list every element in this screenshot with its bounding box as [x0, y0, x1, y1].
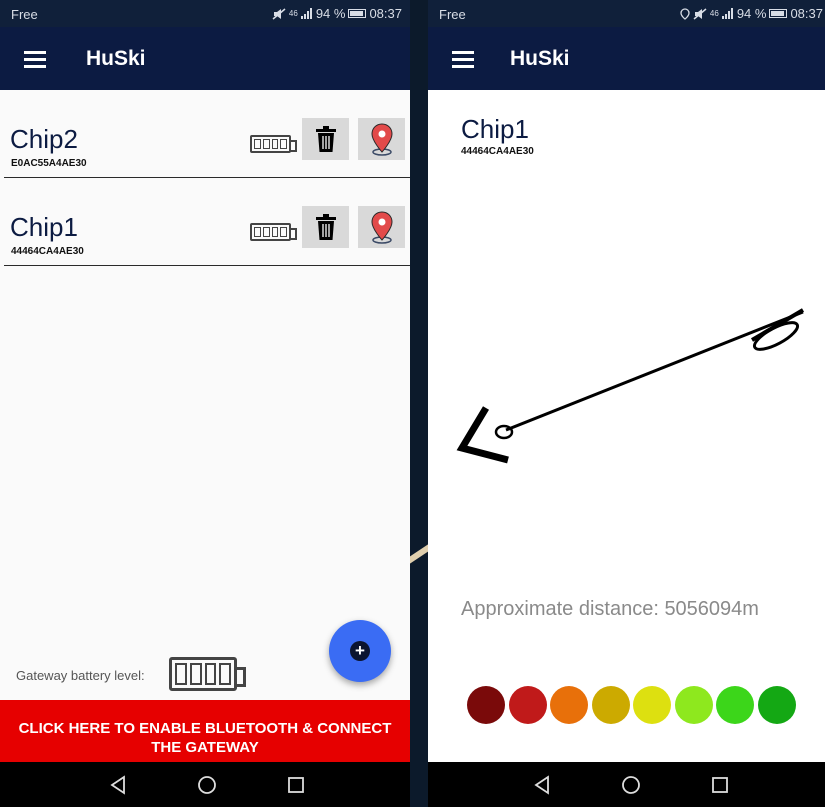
menu-icon[interactable] — [452, 51, 474, 68]
home-icon — [622, 775, 640, 794]
chip-id: E0AC55A4AE30 — [11, 158, 87, 169]
trash-icon — [315, 214, 336, 240]
app-bar: HuSki — [428, 27, 825, 90]
recents-icon — [712, 776, 728, 793]
status-battery-icon — [348, 9, 367, 18]
locate-button[interactable] — [358, 118, 405, 160]
signal-icon — [300, 8, 312, 19]
signal-dot — [758, 686, 796, 724]
chip-name: Chip2 — [10, 124, 78, 154]
app-bar: HuSki — [0, 27, 410, 90]
signal-dot — [716, 686, 754, 724]
enable-bluetooth-button[interactable]: CLICK HERE TO ENABLE BLUETOOTH & CONNECT… — [0, 700, 410, 762]
back-icon — [110, 774, 125, 795]
signal-label: 46 — [709, 9, 719, 18]
battery-percent: 94 % — [315, 6, 346, 21]
carrier-label: Free — [439, 7, 466, 22]
home-button[interactable] — [601, 762, 661, 807]
back-icon — [534, 774, 549, 795]
signal-dot — [675, 686, 713, 724]
locate-button[interactable] — [358, 206, 405, 248]
battery-percent: 94 % — [736, 6, 767, 21]
recents-button[interactable] — [690, 762, 750, 807]
menu-icon[interactable] — [24, 51, 46, 68]
status-icons: 46 94 % 08:37 — [680, 6, 823, 21]
signal-dot — [550, 686, 588, 724]
chip-list-item[interactable]: Chip2 E0AC55A4AE30 — [4, 90, 410, 178]
chip-list-item[interactable]: Chip1 44464CA4AE30 — [4, 178, 410, 266]
status-time: 08:37 — [790, 6, 823, 21]
chip-id: 44464CA4AE30 — [11, 246, 84, 257]
home-button[interactable] — [177, 762, 237, 807]
back-button[interactable] — [512, 762, 572, 807]
chip-detail-screen: Free 46 94 % 08:37 HuSki Chip1 44464CA4A… — [428, 0, 825, 807]
app-title: HuSki — [86, 47, 146, 70]
signal-label: 46 — [288, 9, 298, 18]
signal-dot — [633, 686, 671, 724]
chip-name: Chip1 — [10, 212, 78, 242]
add-chip-button[interactable]: + — [329, 620, 391, 682]
plus-icon: + — [350, 641, 370, 661]
mute-icon — [272, 7, 286, 20]
home-icon — [198, 775, 216, 794]
status-battery-icon — [769, 9, 788, 18]
gateway-battery-icon — [169, 657, 246, 691]
battery-icon — [250, 223, 297, 241]
delete-button[interactable] — [302, 118, 349, 160]
map-pin-icon — [370, 123, 393, 156]
signal-dot — [509, 686, 547, 724]
back-button[interactable] — [88, 762, 148, 807]
system-nav-bar — [0, 762, 410, 807]
map-pin-icon — [370, 211, 393, 244]
status-icons: 46 94 % 08:37 — [272, 6, 402, 21]
location-icon — [680, 7, 690, 20]
recents-icon — [288, 776, 304, 793]
system-nav-bar — [428, 762, 825, 807]
chip-id: 44464CA4AE30 — [461, 146, 534, 157]
status-bar: Free 46 94 % 08:37 — [428, 0, 825, 27]
signal-icon — [721, 8, 733, 19]
mute-icon — [693, 7, 707, 20]
recents-button[interactable] — [266, 762, 326, 807]
delete-button[interactable] — [302, 206, 349, 248]
app-title: HuSki — [510, 47, 570, 70]
gateway-battery-label: Gateway battery level: — [16, 668, 145, 683]
status-bar: Free 46 94 % 08:37 — [0, 0, 410, 27]
distance-label: Approximate distance: 5056094m — [461, 598, 759, 620]
chip-name: Chip1 — [461, 114, 529, 144]
status-time: 08:37 — [369, 6, 402, 21]
carrier-label: Free — [11, 7, 38, 22]
signal-dot — [592, 686, 630, 724]
direction-arrow-icon — [456, 308, 805, 464]
battery-icon — [250, 135, 297, 153]
trash-icon — [315, 126, 336, 152]
signal-dot — [467, 686, 505, 724]
device-list-screen: Free 46 94 % 08:37 HuSki Chip2 E0AC55A4A… — [0, 0, 410, 807]
